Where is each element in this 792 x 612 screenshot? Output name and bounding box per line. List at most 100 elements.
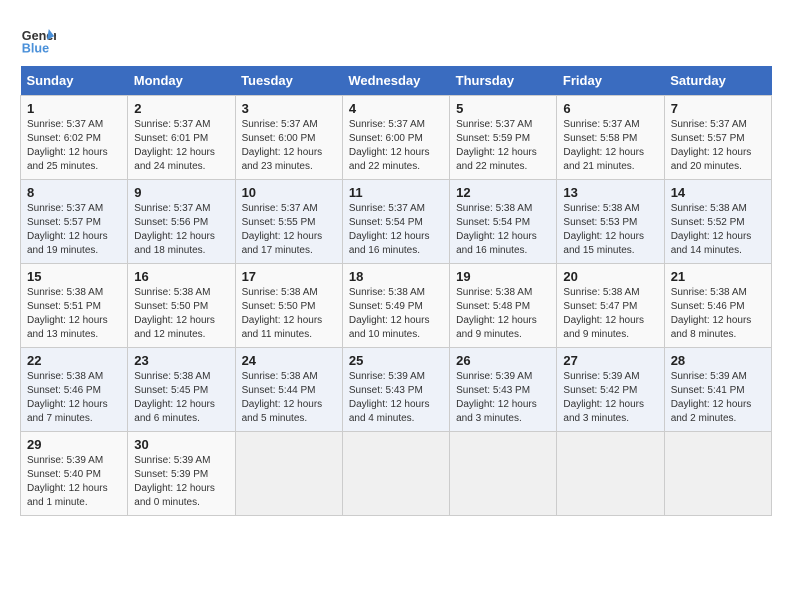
day-info: Sunrise: 5:39 AM Sunset: 5:43 PM Dayligh… xyxy=(349,370,443,426)
calendar-day-cell: 22 Sunrise: 5:38 AM Sunset: 5:46 PM Dayl… xyxy=(21,348,128,432)
calendar-day-cell: 12 Sunrise: 5:38 AM Sunset: 5:54 PM Dayl… xyxy=(450,180,557,264)
day-info: Sunrise: 5:37 AM Sunset: 5:59 PM Dayligh… xyxy=(456,118,550,174)
day-info: Sunrise: 5:38 AM Sunset: 5:50 PM Dayligh… xyxy=(242,286,336,342)
calendar-day-cell: 24 Sunrise: 5:38 AM Sunset: 5:44 PM Dayl… xyxy=(235,348,342,432)
calendar-day-cell: 17 Sunrise: 5:38 AM Sunset: 5:50 PM Dayl… xyxy=(235,264,342,348)
day-info: Sunrise: 5:38 AM Sunset: 5:49 PM Dayligh… xyxy=(349,286,443,342)
calendar-day-cell: 27 Sunrise: 5:39 AM Sunset: 5:42 PM Dayl… xyxy=(557,348,664,432)
day-info: Sunrise: 5:37 AM Sunset: 5:57 PM Dayligh… xyxy=(671,118,765,174)
day-number: 13 xyxy=(563,185,657,200)
day-number: 14 xyxy=(671,185,765,200)
calendar-day-cell: 3 Sunrise: 5:37 AM Sunset: 6:00 PM Dayli… xyxy=(235,96,342,180)
calendar-day-cell xyxy=(557,432,664,516)
day-number: 19 xyxy=(456,269,550,284)
day-info: Sunrise: 5:38 AM Sunset: 5:50 PM Dayligh… xyxy=(134,286,228,342)
calendar-week-row: 22 Sunrise: 5:38 AM Sunset: 5:46 PM Dayl… xyxy=(21,348,772,432)
calendar-day-cell: 25 Sunrise: 5:39 AM Sunset: 5:43 PM Dayl… xyxy=(342,348,449,432)
day-number: 27 xyxy=(563,353,657,368)
day-info: Sunrise: 5:38 AM Sunset: 5:46 PM Dayligh… xyxy=(671,286,765,342)
day-number: 10 xyxy=(242,185,336,200)
calendar-table: SundayMondayTuesdayWednesdayThursdayFrid… xyxy=(20,66,772,516)
logo: General Blue xyxy=(20,20,60,56)
day-info: Sunrise: 5:39 AM Sunset: 5:41 PM Dayligh… xyxy=(671,370,765,426)
day-info: Sunrise: 5:38 AM Sunset: 5:52 PM Dayligh… xyxy=(671,202,765,258)
calendar-day-cell: 26 Sunrise: 5:39 AM Sunset: 5:43 PM Dayl… xyxy=(450,348,557,432)
day-number: 2 xyxy=(134,101,228,116)
day-number: 23 xyxy=(134,353,228,368)
calendar-day-cell: 23 Sunrise: 5:38 AM Sunset: 5:45 PM Dayl… xyxy=(128,348,235,432)
calendar-day-cell: 18 Sunrise: 5:38 AM Sunset: 5:49 PM Dayl… xyxy=(342,264,449,348)
day-info: Sunrise: 5:37 AM Sunset: 5:58 PM Dayligh… xyxy=(563,118,657,174)
day-number: 6 xyxy=(563,101,657,116)
day-header-saturday: Saturday xyxy=(664,66,771,96)
day-header-sunday: Sunday xyxy=(21,66,128,96)
calendar-day-cell: 11 Sunrise: 5:37 AM Sunset: 5:54 PM Dayl… xyxy=(342,180,449,264)
calendar-day-cell: 5 Sunrise: 5:37 AM Sunset: 5:59 PM Dayli… xyxy=(450,96,557,180)
header: General Blue xyxy=(20,20,772,56)
calendar-day-cell: 7 Sunrise: 5:37 AM Sunset: 5:57 PM Dayli… xyxy=(664,96,771,180)
calendar-day-cell: 6 Sunrise: 5:37 AM Sunset: 5:58 PM Dayli… xyxy=(557,96,664,180)
day-info: Sunrise: 5:38 AM Sunset: 5:51 PM Dayligh… xyxy=(27,286,121,342)
day-number: 29 xyxy=(27,437,121,452)
day-header-wednesday: Wednesday xyxy=(342,66,449,96)
calendar-day-cell: 21 Sunrise: 5:38 AM Sunset: 5:46 PM Dayl… xyxy=(664,264,771,348)
calendar-day-cell: 15 Sunrise: 5:38 AM Sunset: 5:51 PM Dayl… xyxy=(21,264,128,348)
calendar-week-row: 8 Sunrise: 5:37 AM Sunset: 5:57 PM Dayli… xyxy=(21,180,772,264)
day-info: Sunrise: 5:37 AM Sunset: 6:02 PM Dayligh… xyxy=(27,118,121,174)
day-info: Sunrise: 5:39 AM Sunset: 5:39 PM Dayligh… xyxy=(134,454,228,510)
day-number: 30 xyxy=(134,437,228,452)
day-number: 15 xyxy=(27,269,121,284)
day-info: Sunrise: 5:39 AM Sunset: 5:40 PM Dayligh… xyxy=(27,454,121,510)
day-info: Sunrise: 5:39 AM Sunset: 5:42 PM Dayligh… xyxy=(563,370,657,426)
day-number: 24 xyxy=(242,353,336,368)
day-header-tuesday: Tuesday xyxy=(235,66,342,96)
day-number: 8 xyxy=(27,185,121,200)
day-number: 17 xyxy=(242,269,336,284)
day-info: Sunrise: 5:38 AM Sunset: 5:45 PM Dayligh… xyxy=(134,370,228,426)
day-info: Sunrise: 5:38 AM Sunset: 5:44 PM Dayligh… xyxy=(242,370,336,426)
calendar-day-cell: 14 Sunrise: 5:38 AM Sunset: 5:52 PM Dayl… xyxy=(664,180,771,264)
calendar-day-cell: 1 Sunrise: 5:37 AM Sunset: 6:02 PM Dayli… xyxy=(21,96,128,180)
calendar-week-row: 15 Sunrise: 5:38 AM Sunset: 5:51 PM Dayl… xyxy=(21,264,772,348)
day-number: 16 xyxy=(134,269,228,284)
calendar-day-cell: 16 Sunrise: 5:38 AM Sunset: 5:50 PM Dayl… xyxy=(128,264,235,348)
day-number: 25 xyxy=(349,353,443,368)
day-number: 9 xyxy=(134,185,228,200)
calendar-day-cell: 8 Sunrise: 5:37 AM Sunset: 5:57 PM Dayli… xyxy=(21,180,128,264)
day-info: Sunrise: 5:38 AM Sunset: 5:47 PM Dayligh… xyxy=(563,286,657,342)
day-info: Sunrise: 5:38 AM Sunset: 5:48 PM Dayligh… xyxy=(456,286,550,342)
calendar-header-row: SundayMondayTuesdayWednesdayThursdayFrid… xyxy=(21,66,772,96)
day-info: Sunrise: 5:37 AM Sunset: 5:56 PM Dayligh… xyxy=(134,202,228,258)
day-number: 7 xyxy=(671,101,765,116)
day-number: 22 xyxy=(27,353,121,368)
calendar-day-cell: 10 Sunrise: 5:37 AM Sunset: 5:55 PM Dayl… xyxy=(235,180,342,264)
calendar-day-cell: 13 Sunrise: 5:38 AM Sunset: 5:53 PM Dayl… xyxy=(557,180,664,264)
day-info: Sunrise: 5:37 AM Sunset: 6:00 PM Dayligh… xyxy=(349,118,443,174)
day-header-friday: Friday xyxy=(557,66,664,96)
logo-icon: General Blue xyxy=(20,20,56,56)
day-info: Sunrise: 5:37 AM Sunset: 6:00 PM Dayligh… xyxy=(242,118,336,174)
day-number: 21 xyxy=(671,269,765,284)
calendar-day-cell xyxy=(664,432,771,516)
day-number: 3 xyxy=(242,101,336,116)
day-info: Sunrise: 5:37 AM Sunset: 5:57 PM Dayligh… xyxy=(27,202,121,258)
calendar-day-cell: 9 Sunrise: 5:37 AM Sunset: 5:56 PM Dayli… xyxy=(128,180,235,264)
day-info: Sunrise: 5:37 AM Sunset: 5:55 PM Dayligh… xyxy=(242,202,336,258)
day-info: Sunrise: 5:37 AM Sunset: 5:54 PM Dayligh… xyxy=(349,202,443,258)
day-number: 20 xyxy=(563,269,657,284)
calendar-day-cell: 4 Sunrise: 5:37 AM Sunset: 6:00 PM Dayli… xyxy=(342,96,449,180)
calendar-day-cell: 19 Sunrise: 5:38 AM Sunset: 5:48 PM Dayl… xyxy=(450,264,557,348)
day-info: Sunrise: 5:38 AM Sunset: 5:46 PM Dayligh… xyxy=(27,370,121,426)
calendar-day-cell xyxy=(450,432,557,516)
day-number: 4 xyxy=(349,101,443,116)
day-header-thursday: Thursday xyxy=(450,66,557,96)
day-header-monday: Monday xyxy=(128,66,235,96)
day-info: Sunrise: 5:39 AM Sunset: 5:43 PM Dayligh… xyxy=(456,370,550,426)
day-number: 18 xyxy=(349,269,443,284)
calendar-week-row: 1 Sunrise: 5:37 AM Sunset: 6:02 PM Dayli… xyxy=(21,96,772,180)
calendar-day-cell xyxy=(235,432,342,516)
day-number: 28 xyxy=(671,353,765,368)
calendar-day-cell xyxy=(342,432,449,516)
svg-text:Blue: Blue xyxy=(22,41,49,55)
day-number: 26 xyxy=(456,353,550,368)
